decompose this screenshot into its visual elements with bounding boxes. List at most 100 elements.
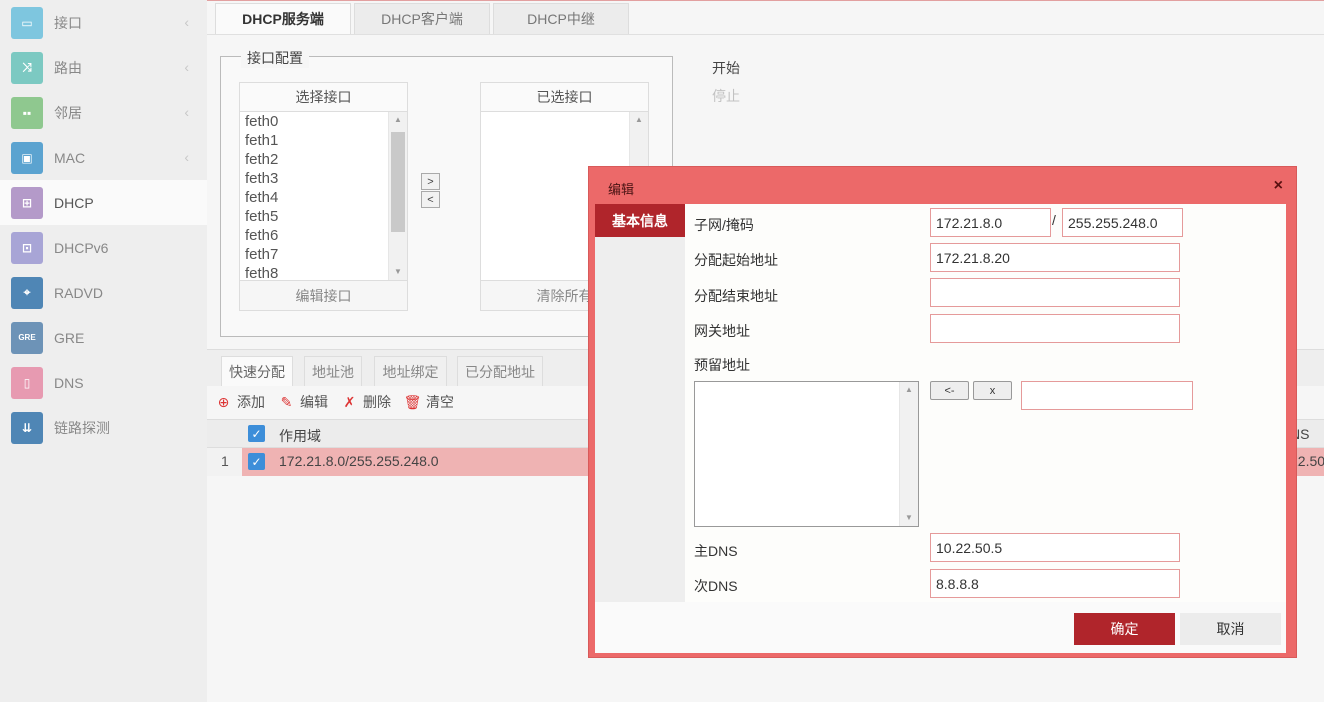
sidebar-item-label: 邻居 xyxy=(54,104,82,121)
sidebar-item-label: DHCPv6 xyxy=(54,239,109,256)
interface-config-legend: 接口配置 xyxy=(241,48,309,68)
scroll-up-icon[interactable]: ▲ xyxy=(900,382,918,398)
clear-label: 清空 xyxy=(426,394,454,410)
sidebar-item-label: DNS xyxy=(54,374,84,391)
tab-address-binding[interactable]: 地址绑定 xyxy=(374,356,447,386)
stop-button[interactable]: 停止 xyxy=(712,86,740,106)
list-item[interactable]: feth6 xyxy=(240,226,407,245)
list-item[interactable]: feth3 xyxy=(240,169,407,188)
sidebar-item-label: RADVD xyxy=(54,284,104,301)
list-item[interactable]: feth1 xyxy=(240,131,407,150)
dhcpv6-icon: ⊡ xyxy=(11,231,43,264)
sidebar-item-route[interactable]: ⤨ 路由 ‹ xyxy=(0,45,207,90)
start-button[interactable]: 开始 xyxy=(712,58,740,78)
gateway-label: 网关地址 xyxy=(694,323,750,339)
row-index: 1 xyxy=(221,453,229,469)
reserve-add-button[interactable]: <- xyxy=(930,381,969,400)
gateway-input[interactable] xyxy=(930,314,1180,343)
reserved-address-list[interactable]: ▲ ▼ xyxy=(694,381,919,527)
move-right-button[interactable]: > xyxy=(421,173,440,190)
cancel-button[interactable]: 取消 xyxy=(1180,613,1281,645)
edit-interface-button[interactable]: 编辑接口 xyxy=(240,280,407,310)
list-item[interactable]: feth5 xyxy=(240,207,407,226)
dialog-footer: 确定 取消 xyxy=(595,602,1286,653)
dhcp-icon: ⊞ xyxy=(11,186,43,219)
sidebar-item-radvd[interactable]: ⌖ RADVD xyxy=(0,270,207,315)
reserved-scrollbar[interactable]: ▲ ▼ xyxy=(899,382,918,526)
radvd-icon: ⌖ xyxy=(11,276,43,309)
list-item[interactable]: feth0 xyxy=(240,112,407,131)
interfaces-scrollbar[interactable]: ▲ ▼ xyxy=(388,112,407,280)
chevron-left-icon[interactable]: ‹ xyxy=(184,104,189,120)
sidebar: ▭ 接口 ‹ ⤨ 路由 ‹ ▪▪ 邻居 ‹ ▣ MAC ‹ ⊞ DHCP ⊡ DHCPv6 ⌖ RADVD GRE G… xyxy=(0,0,207,702)
tab-basic-info[interactable]: 基本信息 xyxy=(595,204,685,237)
list-item[interactable]: feth7 xyxy=(240,245,407,264)
subnet-input[interactable]: 172.21.8.0 xyxy=(930,208,1051,237)
tab-bar: DHCP服务端 DHCP客户端 DHCP中继 xyxy=(215,3,632,34)
chevron-left-icon[interactable]: ‹ xyxy=(184,14,189,30)
start-address-input[interactable]: 172.21.8.20 xyxy=(930,243,1180,272)
select-all-checkbox[interactable]: ✓ xyxy=(248,425,265,442)
clear-button[interactable]: 🗑 清空 xyxy=(404,392,454,412)
tab-quick-assign[interactable]: 快速分配 xyxy=(221,356,293,386)
add-button[interactable]: ⊕ 添加 xyxy=(215,392,265,412)
list-item[interactable]: feth4 xyxy=(240,188,407,207)
scroll-down-icon[interactable]: ▼ xyxy=(900,510,918,526)
secondary-dns-input[interactable]: 8.8.8.8 xyxy=(930,569,1180,598)
route-icon: ⤨ xyxy=(11,51,43,84)
sidebar-item-interface[interactable]: ▭ 接口 ‹ xyxy=(0,0,207,45)
available-interfaces-body: feth0 feth1 feth2 feth3 feth4 feth5 feth6 feth7… xyxy=(240,112,407,280)
sidebar-item-dns[interactable]: ▯ DNS xyxy=(0,360,207,405)
tab-dhcp-client[interactable]: DHCP客户端 xyxy=(354,3,490,34)
sidebar-item-mac[interactable]: ▣ MAC ‹ xyxy=(0,135,207,180)
list-item[interactable]: feth8 xyxy=(240,264,407,280)
mac-icon: ▣ xyxy=(11,141,43,174)
end-address-input[interactable] xyxy=(930,278,1180,307)
primary-dns-input[interactable]: 10.22.50.5 xyxy=(930,533,1180,562)
reserve-address-input[interactable] xyxy=(1021,381,1193,410)
sidebar-item-dhcpv6[interactable]: ⊡ DHCPv6 xyxy=(0,225,207,270)
sidebar-item-link-probe[interactable]: ⇊ 链路探测 xyxy=(0,405,207,450)
delete-button[interactable]: ✗ 删除 xyxy=(341,392,391,412)
dialog-body: 基本信息 子网/掩码 172.21.8.0 / 255.255.248.0 分配… xyxy=(595,204,1286,602)
sidebar-item-label: 接口 xyxy=(54,14,82,31)
subnet-separator: / xyxy=(1052,212,1056,228)
available-interfaces-list: 选择接口 feth0 feth1 feth2 feth3 feth4 feth5 feth6… xyxy=(239,82,408,311)
selected-interfaces-header: 已选接口 xyxy=(481,83,648,112)
scroll-up-icon[interactable]: ▲ xyxy=(630,112,648,128)
gre-icon: GRE xyxy=(11,321,43,354)
sidebar-item-label: DHCP xyxy=(54,194,94,211)
tab-dhcp-relay[interactable]: DHCP中继 xyxy=(493,3,629,34)
sidebar-item-neighbor[interactable]: ▪▪ 邻居 ‹ xyxy=(0,90,207,135)
ok-button[interactable]: 确定 xyxy=(1074,613,1175,645)
tab-dhcp-server[interactable]: DHCP服务端 xyxy=(215,3,351,34)
delete-label: 删除 xyxy=(363,394,391,410)
move-left-button[interactable]: < xyxy=(421,191,440,208)
grid-toolbar: ⊕ 添加 ✎ 编辑 ✗ 删除 🗑 清空 xyxy=(215,392,467,412)
primary-dns-label: 主DNS xyxy=(694,543,738,559)
add-icon: ⊕ xyxy=(217,393,230,410)
scroll-thumb[interactable] xyxy=(391,132,405,232)
edit-icon: ✎ xyxy=(280,393,293,410)
scroll-down-icon[interactable]: ▼ xyxy=(389,264,407,280)
sidebar-item-gre[interactable]: GRE GRE xyxy=(0,315,207,360)
edit-button[interactable]: ✎ 编辑 xyxy=(278,392,328,412)
mask-input[interactable]: 255.255.248.0 xyxy=(1062,208,1183,237)
chevron-left-icon[interactable]: ‹ xyxy=(184,149,189,165)
sidebar-item-label: GRE xyxy=(54,329,85,346)
close-icon[interactable]: × xyxy=(1274,177,1283,195)
available-interfaces-header: 选择接口 xyxy=(240,83,407,112)
sidebar-item-dhcp[interactable]: ⊞ DHCP xyxy=(0,180,207,225)
tab-address-pool[interactable]: 地址池 xyxy=(304,356,362,386)
subnet-mask-label: 子网/掩码 xyxy=(694,217,754,233)
dialog-side-nav: 基本信息 xyxy=(595,204,685,602)
tab-assigned-addresses[interactable]: 已分配地址 xyxy=(457,356,543,386)
chevron-left-icon[interactable]: ‹ xyxy=(184,59,189,75)
sidebar-item-label: 链路探测 xyxy=(54,419,110,436)
edit-dialog: 编辑 × 基本信息 子网/掩码 172.21.8.0 / 255.255.248… xyxy=(588,166,1297,658)
scroll-up-icon[interactable]: ▲ xyxy=(389,112,407,128)
list-item[interactable]: feth2 xyxy=(240,150,407,169)
row-checkbox[interactable]: ✓ xyxy=(248,453,265,470)
reserve-remove-button[interactable]: x xyxy=(973,381,1012,400)
sidebar-item-label: MAC xyxy=(54,149,86,166)
